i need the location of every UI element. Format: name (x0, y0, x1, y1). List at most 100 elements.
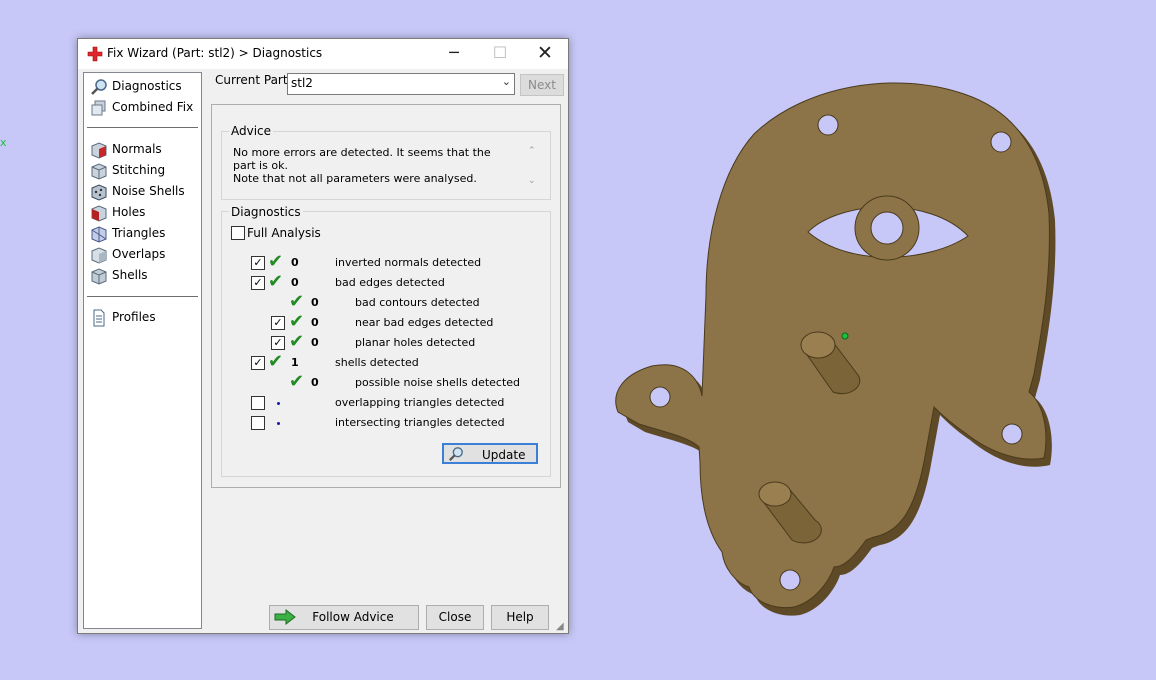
nav-item-combined-fix[interactable]: Combined Fix (88, 98, 198, 118)
row-label: possible noise shells detected (355, 376, 521, 389)
update-label: Update (482, 448, 526, 462)
wizard-nav-panel: Diagnostics Combined Fix Normals Stitchi… (83, 72, 202, 629)
row-label: overlapping triangles detected (335, 396, 505, 409)
row-label: bad edges detected (335, 276, 445, 289)
bad-edges-checkbox[interactable]: ✓ (251, 276, 265, 290)
update-button[interactable]: Update (442, 443, 538, 464)
ok-check-icon: ✔ (289, 311, 305, 332)
follow-advice-label: Follow Advice (312, 610, 394, 624)
shells-cube-icon (91, 268, 107, 285)
current-part-value: stl2 (291, 76, 313, 90)
inverted-normals-checkbox[interactable]: ✓ (251, 256, 265, 270)
maximize-button[interactable]: ☐ (477, 39, 523, 69)
nav-label: Profiles (112, 310, 156, 324)
hamsa-part-model[interactable] (600, 70, 1070, 630)
nav-label: Shells (112, 268, 148, 282)
nav-label: Noise Shells (112, 184, 185, 198)
nav-label: Diagnostics (112, 79, 182, 93)
row-count: 0 (311, 296, 319, 309)
nav-item-noise-shells[interactable]: Noise Shells (88, 182, 198, 202)
advice-line-1: No more errors are detected. It seems th… (233, 146, 491, 172)
nav-label: Normals (112, 142, 162, 156)
diagnostics-title: Diagnostics (229, 205, 303, 219)
nav-item-triangles[interactable]: Triangles (88, 224, 198, 244)
title-bar[interactable]: Fix Wizard (Part: stl2) > Diagnostics ─ … (78, 39, 568, 69)
pin-2-cap (758, 481, 792, 507)
minimize-button[interactable]: ─ (431, 39, 477, 69)
advice-line-2: Note that not all parameters were analys… (233, 172, 477, 185)
scroll-up-icon[interactable]: ⌃ (528, 146, 536, 156)
nav-label: Stitching (112, 163, 166, 177)
mount-hole-5 (779, 569, 801, 591)
nav-label: Overlaps (112, 247, 166, 261)
window-title: Fix Wizard (Part: stl2) > Diagnostics (107, 46, 323, 60)
not-analysed-dot-icon (277, 422, 280, 425)
axis-label-fragment: x (0, 136, 7, 149)
row-label: inverted normals detected (335, 256, 482, 269)
nav-divider (87, 296, 198, 297)
overlapping-triangles-checkbox[interactable] (251, 396, 265, 410)
row-count: 0 (311, 316, 319, 329)
row-count: 0 (291, 276, 299, 289)
next-button[interactable]: Next (520, 74, 564, 96)
nav-label: Triangles (112, 226, 166, 240)
row-count: 1 (291, 356, 299, 369)
nav-label: Holes (112, 205, 146, 219)
follow-advice-button[interactable]: Follow Advice (269, 605, 419, 630)
row-count: 0 (291, 256, 299, 269)
nav-item-profiles[interactable]: Profiles (88, 308, 198, 328)
holes-cube-icon (91, 205, 107, 222)
resize-grip-icon[interactable]: ◢ (556, 621, 564, 632)
nav-item-stitching[interactable]: Stitching (88, 161, 198, 181)
not-analysed-dot-icon (277, 402, 280, 405)
green-arrow-icon (274, 609, 296, 625)
row-count: 0 (311, 376, 319, 389)
full-analysis-label: Full Analysis (247, 226, 321, 240)
planar-holes-checkbox[interactable]: ✓ (271, 336, 285, 350)
profiles-document-icon (93, 309, 105, 327)
combined-fix-icon (91, 100, 106, 116)
nav-item-holes[interactable]: Holes (88, 203, 198, 223)
chevron-down-icon: ⌄ (501, 75, 511, 88)
ok-check-icon: ✔ (289, 331, 305, 352)
mount-hole-4 (1001, 423, 1023, 445)
shells-checkbox[interactable]: ✓ (251, 356, 265, 370)
red-cross-app-icon (87, 46, 103, 62)
stitching-cube-icon (91, 163, 107, 180)
nav-item-normals[interactable]: Normals (88, 140, 198, 160)
close-button[interactable]: Close (426, 605, 484, 630)
near-bad-edges-checkbox[interactable]: ✓ (271, 316, 285, 330)
window-close-button[interactable]: ✕ (522, 39, 568, 69)
row-label: planar holes detected (355, 336, 476, 349)
normals-cube-icon (91, 142, 107, 159)
full-analysis-checkbox[interactable] (231, 226, 245, 240)
current-part-dropdown[interactable]: stl2 ⌄ (287, 73, 515, 95)
row-count: 0 (311, 336, 319, 349)
advice-text: No more errors are detected. It seems th… (233, 146, 513, 185)
mount-hole-3 (649, 386, 671, 408)
ok-check-icon: ✔ (268, 251, 284, 272)
nav-item-shells[interactable]: Shells (88, 266, 198, 286)
row-label: bad contours detected (355, 296, 480, 309)
row-label: near bad edges detected (355, 316, 494, 329)
ok-check-icon: ✔ (289, 371, 305, 392)
mount-hole-1 (817, 114, 839, 136)
magnifier-icon (448, 447, 463, 462)
nav-label: Combined Fix (112, 100, 194, 114)
row-label: shells detected (335, 356, 419, 369)
help-button[interactable]: Help (491, 605, 549, 630)
advice-title: Advice (229, 124, 274, 138)
triangles-cube-icon (91, 226, 107, 243)
diagnostics-magnifier-icon (91, 79, 107, 95)
ok-check-icon: ✔ (268, 271, 284, 292)
nav-divider (87, 127, 198, 128)
row-label: intersecting triangles detected (335, 416, 505, 429)
nav-item-diagnostics[interactable]: Diagnostics (88, 77, 198, 97)
pick-point-marker (841, 332, 849, 340)
intersecting-triangles-checkbox[interactable] (251, 416, 265, 430)
overlaps-cube-icon (91, 247, 107, 264)
ok-check-icon: ✔ (289, 291, 305, 312)
scroll-down-icon[interactable]: ⌄ (528, 176, 536, 186)
nav-item-overlaps[interactable]: Overlaps (88, 245, 198, 265)
eye-pupil-hole (870, 211, 904, 245)
